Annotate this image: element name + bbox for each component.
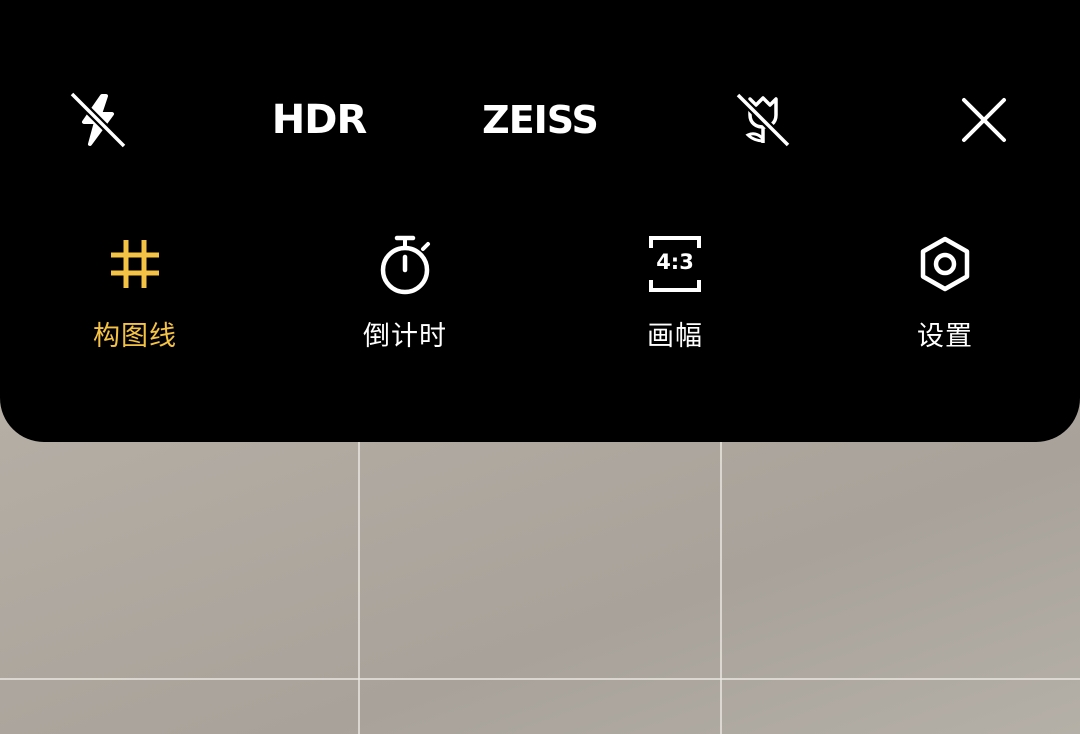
macro-off-button[interactable]	[730, 82, 796, 158]
settings-icon	[920, 236, 970, 292]
tool-settings-label: 设置	[917, 321, 973, 352]
timer-icon	[380, 235, 430, 295]
tool-aspect-ratio[interactable]: 4:3 画幅	[575, 228, 775, 353]
zeiss-mode-button[interactable]: ZEISS	[478, 82, 602, 158]
camera-quick-settings-panel: HDR ZEISS 构图线 倒计时 4:3 画幅 设置	[0, 0, 1080, 442]
close-button[interactable]	[950, 82, 1018, 158]
flash-off-icon	[69, 91, 127, 149]
tool-grid-lines-label: 构图线	[93, 321, 177, 352]
tool-aspect-ratio-label: 画幅	[647, 321, 703, 352]
close-icon	[962, 98, 1006, 142]
hdr-button[interactable]: HDR	[271, 82, 367, 158]
macro-off-icon	[735, 92, 791, 148]
tool-timer-label: 倒计时	[363, 321, 447, 352]
grid-line-horizontal-1	[0, 678, 1080, 680]
tool-grid-lines[interactable]: 构图线	[35, 228, 235, 353]
aspect-ratio-value: 4:3	[656, 250, 694, 274]
zeiss-label: ZEISS	[482, 98, 599, 142]
flash-off-button[interactable]	[62, 82, 134, 158]
tool-settings[interactable]: 设置	[845, 228, 1045, 353]
grid-lines-icon	[111, 240, 159, 288]
hdr-label: HDR	[271, 97, 367, 143]
tool-timer[interactable]: 倒计时	[305, 228, 505, 353]
